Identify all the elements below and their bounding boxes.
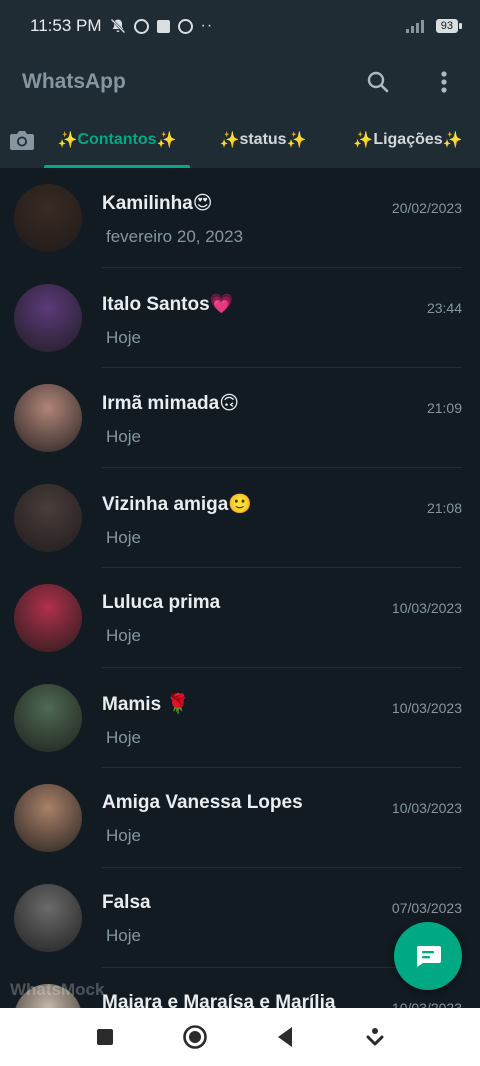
status-notification-icons: ·· — [110, 17, 214, 35]
chat-time: 21:08 — [426, 500, 462, 516]
avatar[interactable] — [14, 384, 82, 452]
chat-time: 10/03/2023 — [391, 800, 462, 816]
status-bar: 11:53 PM ·· 93 — [0, 0, 480, 52]
system-nav-bar — [0, 1008, 480, 1066]
sparkles-icon: ✨ — [442, 132, 463, 149]
avatar[interactable] — [14, 484, 82, 552]
chat-preview: Hoje — [106, 728, 141, 747]
chat-row[interactable]: Vizinha amiga🙂 Hoje 21:08 — [0, 468, 480, 568]
more-vert-icon[interactable] — [430, 68, 458, 96]
chat-row[interactable]: Kamilinha😍 fevereiro 20, 2023 20/02/2023 — [0, 168, 480, 268]
chat-time: 10/03/2023 — [391, 600, 462, 616]
chat-preview: fevereiro 20, 2023 — [106, 227, 244, 246]
chat-name: Irmã mimada🙃 — [102, 393, 240, 414]
chat-preview: Hoje — [106, 328, 141, 347]
new-chat-icon — [417, 946, 441, 967]
avatar[interactable] — [14, 584, 82, 652]
recents-button[interactable] — [90, 1022, 120, 1052]
chat-row[interactable]: Italo Santos💗 Hoje 23:44 — [0, 268, 480, 368]
chat-row[interactable]: Mamis 🌹 Hoje 10/03/2023 — [0, 668, 480, 768]
chrome-icon — [133, 18, 149, 34]
chat-row[interactable]: Irmã mimada🙃 Hoje 21:09 — [0, 368, 480, 468]
chat-time: 23:44 — [426, 300, 462, 316]
battery-indicator: 93 — [435, 19, 463, 33]
more-notifications-icon: ·· — [200, 17, 214, 34]
camera-icon[interactable] — [0, 112, 44, 168]
sparkles-icon: ✨ — [156, 132, 177, 149]
chat-name: Italo Santos💗 — [102, 294, 234, 315]
home-button[interactable] — [180, 1022, 210, 1052]
chat-preview: Hoje — [106, 528, 141, 547]
tab-label: Ligações — [373, 131, 443, 148]
avatar[interactable] — [14, 184, 82, 252]
watermark: WhatsMock — [10, 980, 105, 999]
chat-time: 21:09 — [426, 400, 462, 416]
chat-preview: Hoje — [106, 427, 141, 446]
chat-time: 07/03/2023 — [391, 900, 462, 916]
signal-icon — [405, 19, 428, 33]
sparkles-icon: ✨ — [57, 132, 78, 149]
avatar[interactable] — [14, 684, 82, 752]
chat-time: 20/02/2023 — [391, 200, 462, 216]
sparkles-icon: ✨ — [286, 132, 307, 149]
chat-preview: Hoje — [106, 826, 141, 845]
back-button[interactable] — [270, 1022, 300, 1052]
search-icon[interactable] — [364, 68, 392, 96]
app-bar: WhatsApp — [0, 52, 480, 112]
tab-ligacoes[interactable]: ✨ Ligações ✨ — [336, 112, 480, 168]
avatar[interactable] — [14, 284, 82, 352]
message-icon — [156, 19, 170, 33]
chat-list: Kamilinha😍 fevereiro 20, 2023 20/02/2023… — [0, 168, 480, 1008]
new-chat-button[interactable] — [394, 922, 462, 990]
chat-row[interactable]: Amiga Vanessa Lopes Hoje 10/03/2023 — [0, 768, 480, 868]
chat-time: 10/03/2023 — [391, 700, 462, 716]
avatar[interactable] — [14, 884, 82, 952]
chrome-icon — [177, 18, 193, 34]
chat-name: Vizinha amiga🙂 — [102, 494, 253, 515]
avatar[interactable] — [14, 784, 82, 852]
tab-contatos[interactable]: ✨ Contantos ✨ — [44, 112, 190, 168]
status-time: 11:53 PM — [30, 16, 102, 35]
tab-label: status — [239, 131, 287, 148]
hide-nav-button[interactable] — [360, 1022, 390, 1052]
chat-preview: Hoje — [106, 626, 141, 645]
chat-time: 10/03/2023 — [391, 1000, 462, 1008]
tab-bar: ✨ Contantos ✨ ✨ status ✨ ✨ Ligações ✨ — [0, 112, 480, 168]
sparkles-icon: ✨ — [219, 132, 240, 149]
app-title: WhatsApp — [22, 70, 126, 93]
tab-label: Contantos — [77, 131, 157, 148]
sparkles-icon: ✨ — [353, 132, 374, 149]
mute-bell-icon — [110, 18, 125, 34]
chat-row[interactable]: Luluca prima Hoje 10/03/2023 — [0, 568, 480, 668]
tab-status[interactable]: ✨ status ✨ — [190, 112, 336, 168]
